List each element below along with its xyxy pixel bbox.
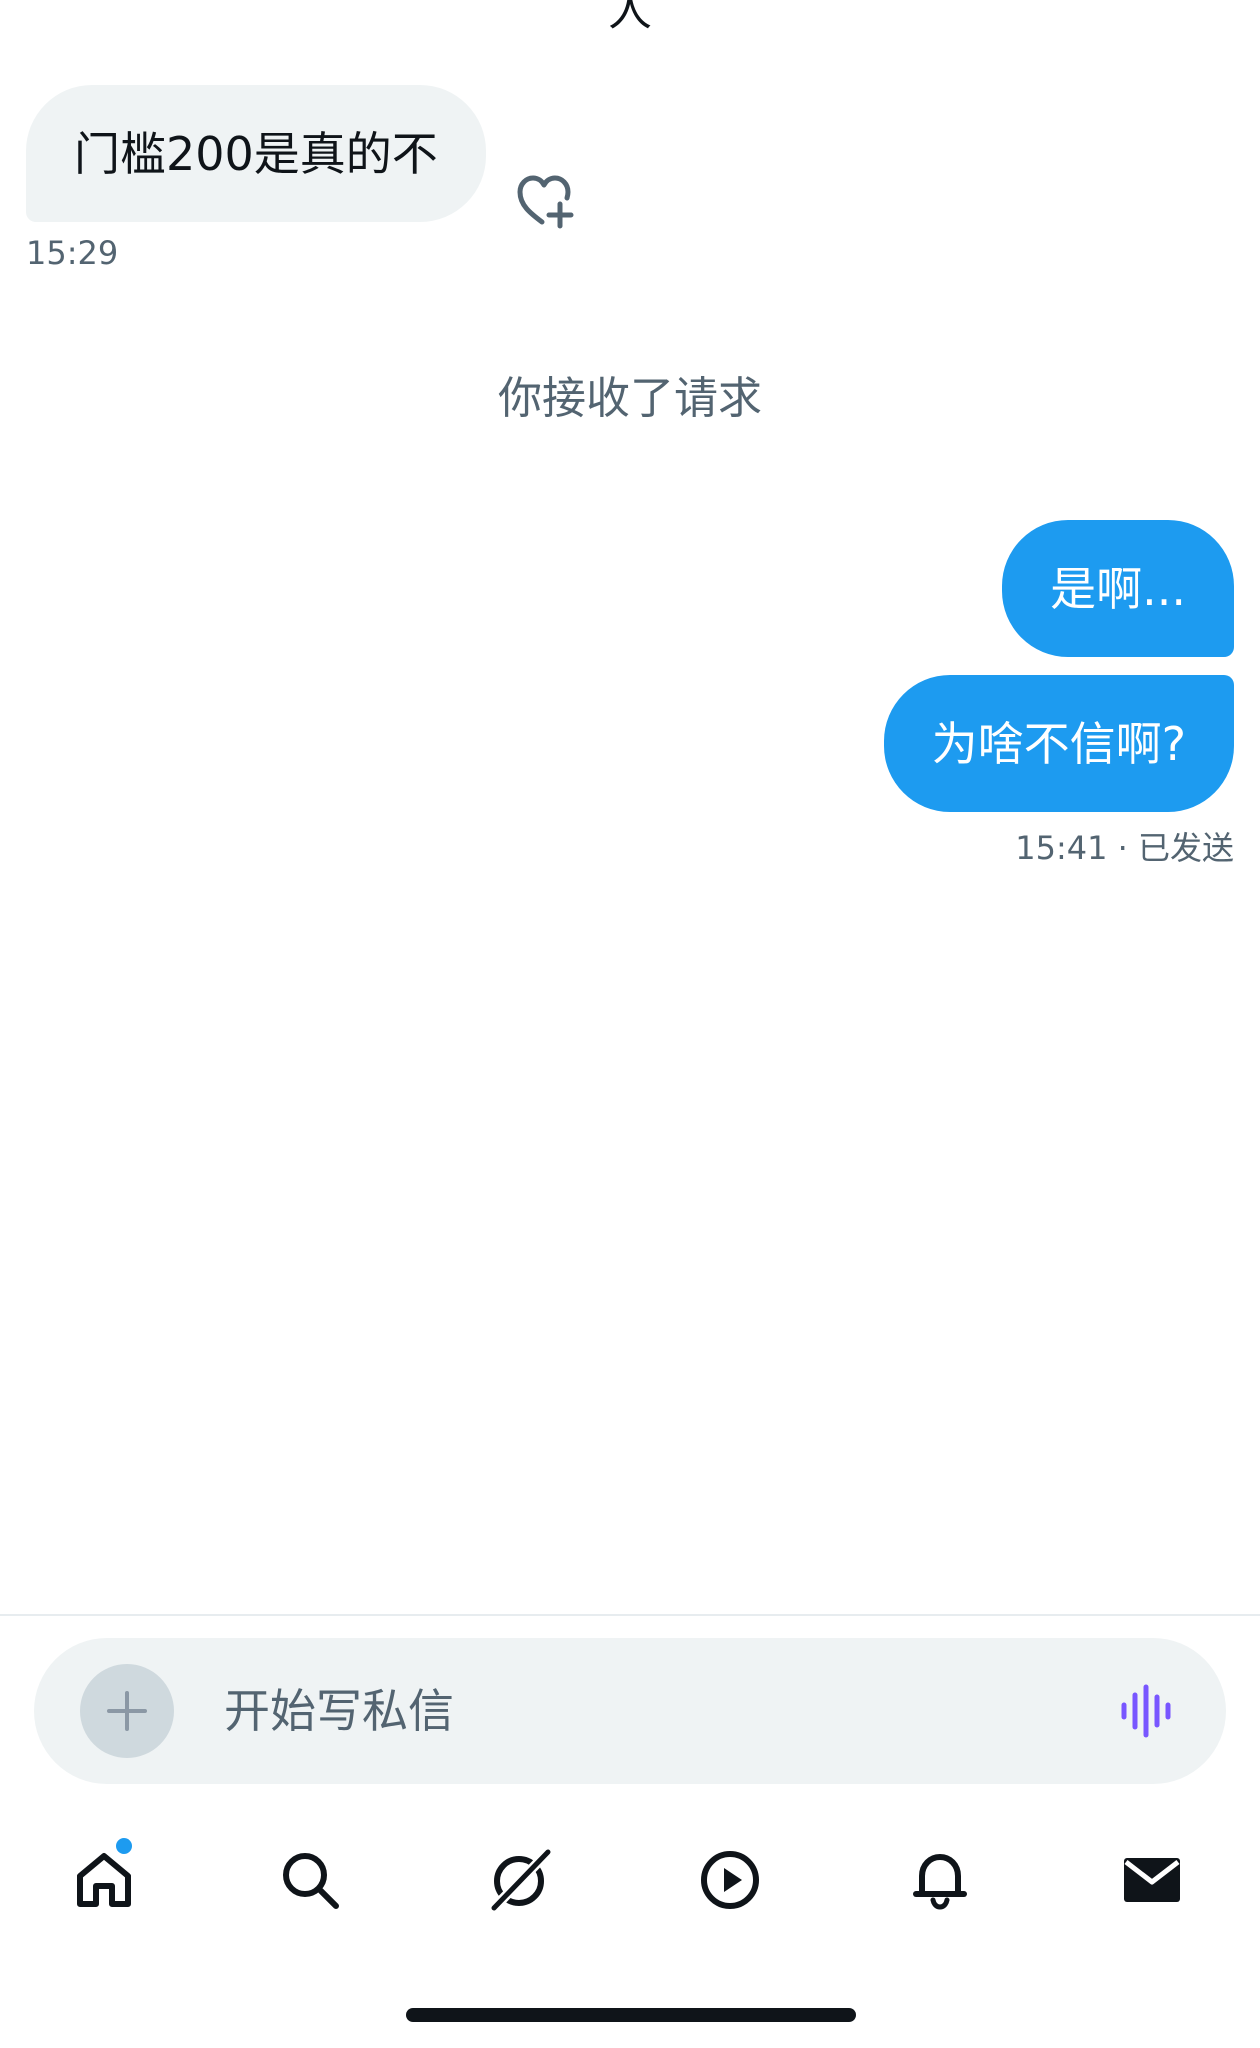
home-icon — [77, 1853, 131, 1907]
bottom-navigation — [0, 1830, 1260, 1930]
audio-waveform-icon — [1121, 1684, 1171, 1738]
search-icon — [283, 1853, 339, 1909]
grok-icon — [488, 1846, 554, 1914]
voice-message-button[interactable] — [1114, 1678, 1180, 1744]
plus-icon — [107, 1691, 147, 1731]
nav-notifications[interactable] — [890, 1830, 990, 1930]
nav-home[interactable] — [54, 1830, 154, 1930]
nav-video[interactable] — [680, 1830, 780, 1930]
outgoing-message-bubble[interactable]: 为啥不信啊? — [883, 675, 1234, 812]
bell-icon — [913, 1854, 967, 1910]
message-input[interactable] — [224, 1638, 1024, 1784]
outgoing-message-bubble[interactable]: 是啊... — [1002, 520, 1234, 657]
message-composer — [34, 1638, 1226, 1784]
incoming-message-bubble[interactable]: 门槛200是真的不 — [26, 85, 486, 222]
home-indicator[interactable] — [406, 2008, 856, 2022]
play-circle-icon — [701, 1851, 759, 1909]
attach-button[interactable] — [80, 1664, 174, 1758]
mail-icon — [1124, 1858, 1180, 1902]
add-reaction-heart-icon[interactable] — [512, 168, 578, 234]
outgoing-message-status: 15:41 · 已发送 — [1015, 829, 1234, 867]
nav-grok[interactable] — [470, 1830, 570, 1930]
conversation-header-title: 人 — [608, 0, 652, 36]
nav-messages[interactable] — [1102, 1830, 1202, 1930]
nav-search[interactable] — [260, 1830, 360, 1930]
incoming-message-time: 15:29 — [26, 234, 119, 272]
incoming-message-row: 门槛200是真的不 — [26, 85, 578, 229]
request-accepted-notice: 你接收了请求 — [498, 373, 762, 424]
home-notification-dot — [116, 1838, 132, 1854]
composer-divider — [0, 1614, 1260, 1616]
